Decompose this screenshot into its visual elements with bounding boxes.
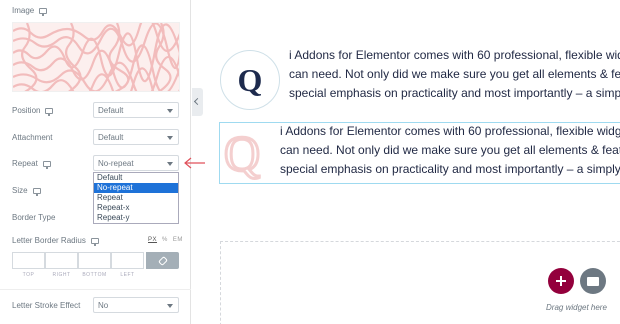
paragraph-1-line: i Addons for Elementor comes with 60 pro… [289, 48, 620, 62]
monitor-icon[interactable] [45, 107, 54, 116]
radius-left-input[interactable] [111, 252, 144, 269]
position-label-text: Position [12, 106, 41, 115]
chevron-down-icon [167, 109, 173, 113]
radius-bottom-label: BOTTOM [82, 272, 107, 278]
border-type-label-text: Border Type [12, 213, 56, 222]
paragraph-2-line: can need. Not only did we make sure you … [280, 143, 620, 157]
repeat-select[interactable]: No-repeat [93, 155, 179, 171]
monitor-icon[interactable] [32, 187, 41, 196]
radius-bottom-input[interactable] [78, 252, 111, 269]
drop-cap-letter: Q [237, 61, 263, 98]
radius-right-label: RIGHT [52, 272, 71, 278]
unit-switcher: PX% EM [148, 237, 188, 243]
drag-widget-hint: Drag widget here [546, 303, 607, 312]
paragraph-1-line: special emphasis on practicality and mos… [289, 86, 620, 100]
repeat-option[interactable]: Repeat-y [94, 213, 178, 223]
drop-cap-circle: Q [220, 50, 280, 110]
position-select[interactable]: Default [93, 102, 179, 118]
repeat-dropdown: Default No-repeat Repeat Repeat-x Repeat… [93, 172, 179, 224]
position-label: Position [12, 106, 54, 116]
size-label-text: Size [12, 186, 28, 195]
image-label-text: Image [12, 6, 35, 15]
page-preview: Q i Addons for Elementor comes with 60 p… [204, 0, 620, 324]
annotation-arrow-icon [184, 157, 205, 169]
letter-border-radius-text: Letter Border Radius [12, 236, 86, 245]
chevron-down-icon [167, 162, 173, 166]
unit-em[interactable]: EM [173, 237, 183, 243]
template-library-button[interactable] [580, 268, 606, 294]
attachment-value: Default [98, 133, 124, 142]
attachment-label-text: Attachment [12, 133, 53, 142]
repeat-label-text: Repeat [12, 159, 38, 168]
position-value: Default [98, 106, 124, 115]
chevron-down-icon [167, 304, 173, 308]
image-label: Image [12, 6, 48, 16]
letter-stroke-select[interactable]: No [93, 297, 179, 313]
repeat-option[interactable]: Default [94, 173, 178, 183]
unit-percent[interactable]: % [162, 237, 168, 243]
paragraph-2-line: special emphasis on practicality and mos… [280, 162, 620, 176]
letter-stroke-value: No [98, 301, 109, 310]
divider [0, 289, 191, 290]
repeat-label: Repeat [12, 159, 51, 169]
repeat-option-selected[interactable]: No-repeat [94, 183, 178, 193]
drop-cap-letter-pattern: Q [222, 125, 261, 181]
monitor-icon[interactable] [90, 237, 99, 246]
background-image-preview[interactable] [12, 22, 180, 92]
border-type-label: Border Type [12, 213, 55, 222]
paragraph-2-line: i Addons for Elementor comes with 60 pro… [280, 124, 620, 138]
monitor-icon[interactable] [39, 7, 48, 16]
attachment-select[interactable]: Default [93, 129, 179, 145]
paragraph-2: i Addons for Elementor comes with 60 pro… [280, 122, 620, 179]
letter-stroke-label-text: Letter Stroke Effect [12, 301, 81, 310]
radius-right-input[interactable] [45, 252, 78, 269]
attachment-label: Attachment [12, 133, 52, 142]
size-label: Size [12, 186, 41, 196]
paragraph-1: i Addons for Elementor comes with 60 pro… [289, 46, 620, 103]
radius-top-input[interactable] [12, 252, 45, 269]
monitor-icon[interactable] [42, 160, 51, 169]
letter-border-radius-label: Letter Border Radius [12, 236, 99, 246]
repeat-option[interactable]: Repeat-x [94, 203, 178, 213]
repeat-value: No-repeat [98, 159, 134, 168]
unit-px[interactable]: PX [148, 237, 157, 243]
add-section-button[interactable] [548, 268, 574, 294]
letter-stroke-label: Letter Stroke Effect [12, 301, 80, 310]
link-values-button[interactable] [146, 252, 179, 269]
collapse-panel-button[interactable] [192, 88, 203, 116]
radius-top-label: TOP [22, 272, 35, 278]
pattern-image [13, 23, 179, 91]
chevron-down-icon [167, 136, 173, 140]
settings-panel: Image Position Default Attachment Defaul… [0, 0, 191, 324]
repeat-option[interactable]: Repeat [94, 193, 178, 203]
radius-left-label: LEFT [120, 272, 135, 278]
paragraph-1-line: can need. Not only did we make sure you … [289, 67, 620, 81]
